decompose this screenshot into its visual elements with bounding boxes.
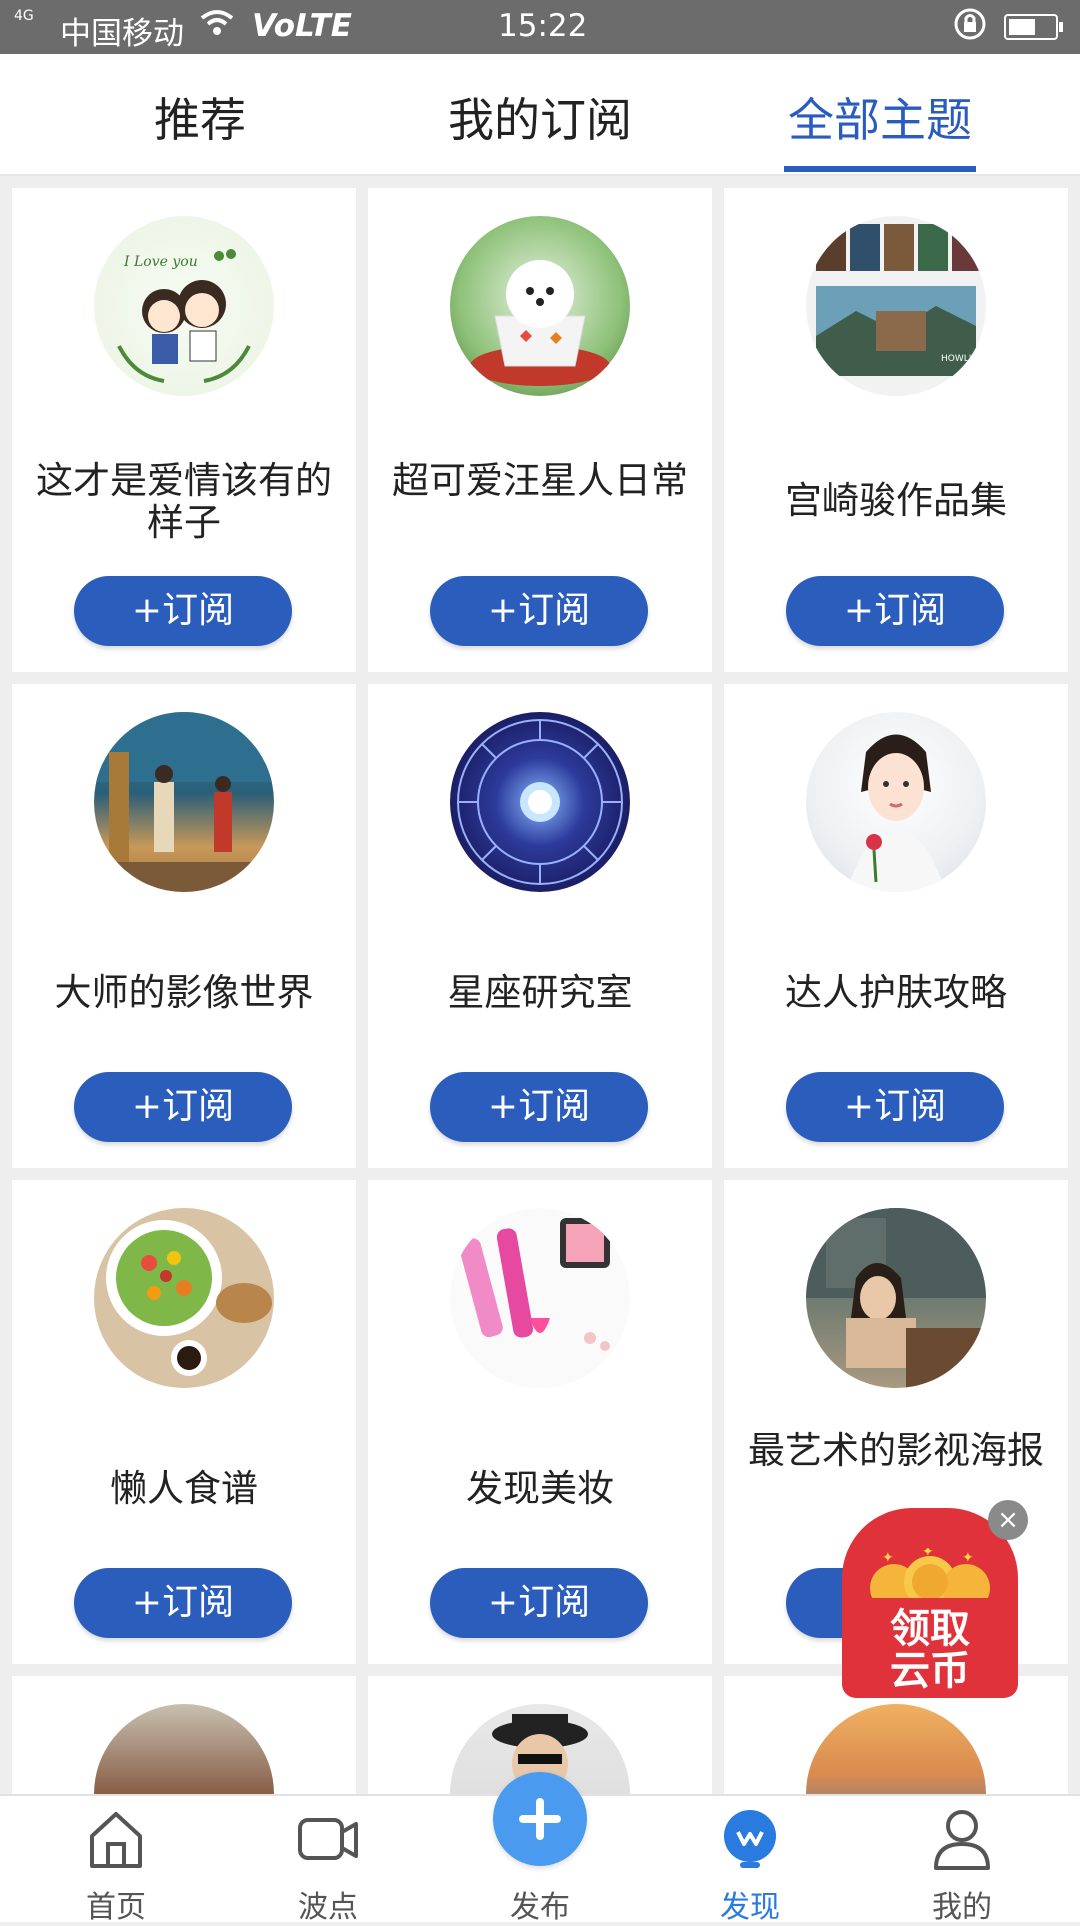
person-icon — [934, 1810, 990, 1870]
nav-label: 发现 — [720, 1890, 780, 1925]
subscribe-button[interactable]: +订阅 — [430, 576, 648, 646]
nav-label: 我的 — [932, 1890, 992, 1925]
signal-icon: 4G — [14, 8, 34, 24]
topic-card[interactable]: 发现美妆 +订阅 — [368, 1180, 712, 1664]
topic-title: 星座研究室 — [447, 971, 633, 1014]
svg-text:✦: ✦ — [882, 1550, 894, 1566]
home-icon — [90, 1812, 142, 1868]
topic-avatar — [806, 1704, 986, 1806]
topic-title: 达人护肤攻略 — [785, 971, 1007, 1014]
subscribe-button[interactable]: +订阅 — [74, 576, 292, 646]
promo-line-1: 领取 — [890, 1606, 970, 1652]
topic-avatar-recipes — [94, 1208, 274, 1388]
active-tab-indicator — [784, 166, 976, 172]
topic-avatar — [94, 1704, 274, 1806]
red-packet-icon[interactable]: ✦ ✦ ✦ 领取 云币 — [842, 1508, 1018, 1698]
promo-line-2: 云币 — [890, 1648, 970, 1694]
tab-my-subscriptions[interactable]: 我的订阅 — [440, 84, 640, 150]
topic-avatar-couple: I Love you — [94, 216, 274, 396]
topic-card[interactable]: 超可爱汪星人日常 +订阅 — [368, 188, 712, 672]
tab-all-topics[interactable]: 全部主题 — [780, 84, 980, 150]
nav-home[interactable]: 首页 — [46, 1796, 186, 1925]
publish-button[interactable] — [493, 1772, 587, 1866]
topic-avatar-puppy — [450, 216, 630, 396]
subscribe-button[interactable]: +订阅 — [786, 576, 1004, 646]
topic-avatar-makeup — [450, 1208, 630, 1388]
tab-recommend[interactable]: 推荐 — [150, 84, 250, 150]
promo-text: 领取 云币 — [842, 1608, 1018, 1692]
nav-label: 发布 — [510, 1890, 570, 1925]
topic-card[interactable]: 星座研究室 +订阅 — [368, 684, 712, 1168]
nav-bodian[interactable]: 波点 — [258, 1796, 398, 1925]
battery-icon — [1004, 14, 1063, 40]
subscribe-button[interactable]: +订阅 — [430, 1072, 648, 1142]
svg-text:I Love you: I Love you — [123, 254, 198, 270]
subscribe-button[interactable]: +订阅 — [786, 1072, 1004, 1142]
topic-card[interactable]: 达人护肤攻略 +订阅 — [724, 684, 1068, 1168]
close-icon[interactable]: × — [988, 1500, 1028, 1540]
subscribe-button[interactable]: +订阅 — [74, 1072, 292, 1142]
topic-title: 大师的影像世界 — [54, 971, 314, 1014]
carrier-name: 中国移动 — [60, 16, 184, 52]
plus-icon — [519, 1798, 561, 1840]
claim-coins-promo[interactable]: ✦ ✦ ✦ 领取 云币 × — [840, 1500, 1028, 1700]
nav-label: 波点 — [298, 1890, 358, 1925]
topic-avatar-skincare — [806, 712, 986, 892]
coins-icon: ✦ ✦ ✦ — [870, 1548, 990, 1598]
topic-title: 宫崎骏作品集 — [785, 479, 1007, 522]
nav-discover[interactable]: 发现 — [680, 1796, 820, 1925]
topic-title: 超可爱汪星人日常 — [392, 459, 688, 502]
topic-card[interactable]: I Love you 这才是爱情该有的样子 +订阅 — [12, 188, 356, 672]
topic-avatar-photography — [94, 712, 274, 892]
topic-avatar-zodiac — [450, 712, 630, 892]
wifi-icon — [200, 8, 234, 46]
topic-tabs: 推荐 我的订阅 全部主题 — [0, 54, 1080, 176]
topic-card[interactable]: 大师的影像世界 +订阅 — [12, 684, 356, 1168]
rotation-lock-icon — [952, 6, 988, 50]
subscribe-button[interactable]: +订阅 — [430, 1568, 648, 1638]
topic-title: 这才是爱情该有的样子 — [36, 459, 332, 544]
subscribe-button[interactable]: +订阅 — [74, 1568, 292, 1638]
topic-card[interactable]: 懒人食谱 +订阅 — [12, 1180, 356, 1664]
clock: 15:22 — [498, 8, 588, 44]
svg-text:HOWL'S: HOWL'S — [941, 354, 977, 364]
topic-avatar-ghibli: HOWL'S — [806, 216, 986, 396]
topic-avatar-film-poster — [806, 1208, 986, 1388]
svg-text:✦: ✦ — [922, 1548, 934, 1560]
topic-card[interactable] — [12, 1676, 356, 1806]
topic-title: 最艺术的影视海报 — [748, 1429, 1044, 1472]
topic-title: 懒人食谱 — [110, 1467, 258, 1510]
video-camera-icon — [298, 1818, 358, 1860]
discover-bulb-icon — [724, 1810, 776, 1868]
topic-card[interactable]: HOWL'S 宫崎骏作品集 +订阅 — [724, 188, 1068, 672]
topic-title: 发现美妆 — [466, 1467, 614, 1510]
nav-mine[interactable]: 我的 — [892, 1796, 1032, 1925]
svg-text:✦: ✦ — [962, 1550, 974, 1566]
nav-label: 首页 — [86, 1890, 146, 1925]
status-bar: 4G 中国移动 VoLTE 15:22 — [0, 0, 1080, 54]
network-type: VoLTE — [252, 8, 352, 44]
